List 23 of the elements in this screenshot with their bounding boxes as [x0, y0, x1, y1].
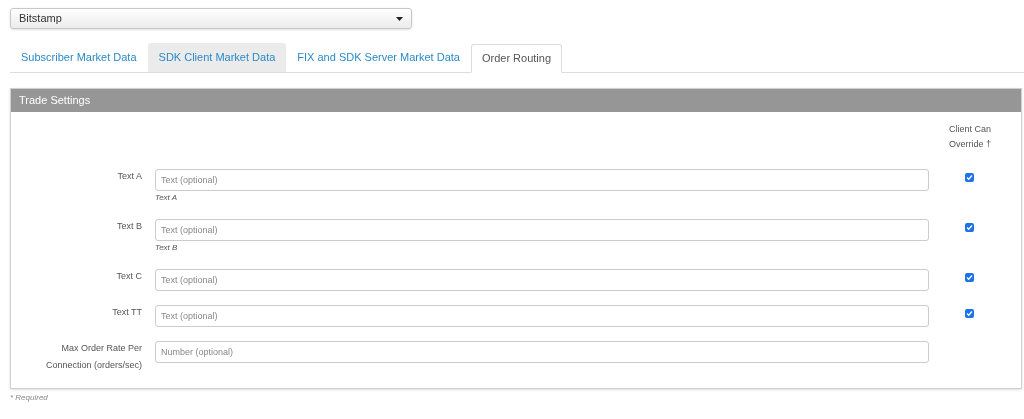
required-note: * Required	[10, 392, 49, 404]
panel-title: Trade Settings	[11, 89, 1021, 112]
input-field[interactable]: Text (optional)	[155, 269, 929, 291]
field-label: Max Order Rate Per Connection (orders/sec)	[44, 342, 142, 372]
checkbox[interactable]	[965, 309, 974, 318]
exchange-select[interactable]: Bitstamp	[10, 8, 412, 29]
column-header: Client Can Override †	[949, 123, 993, 151]
checkbox[interactable]	[965, 273, 974, 282]
tab[interactable]: SDK Client Market Data	[147, 43, 287, 72]
input-field[interactable]: Text (optional)	[155, 169, 929, 191]
field-label: Text A	[116, 170, 142, 183]
field-label: Text TT	[111, 306, 142, 319]
tab[interactable]: Order Routing	[470, 44, 563, 73]
field-label: Text C	[115, 270, 142, 283]
input-field[interactable]: Text (optional)	[155, 305, 929, 327]
input-field[interactable]: Text (optional)	[155, 219, 929, 241]
input-field[interactable]: Number (optional)	[155, 341, 929, 363]
field-hint: Text A	[155, 193, 179, 203]
caret-icon	[396, 16, 403, 21]
checkbox[interactable]	[965, 173, 974, 182]
field-label: Text B	[116, 220, 142, 233]
field-hint: Text B	[155, 243, 179, 253]
checkbox[interactable]	[965, 223, 974, 232]
